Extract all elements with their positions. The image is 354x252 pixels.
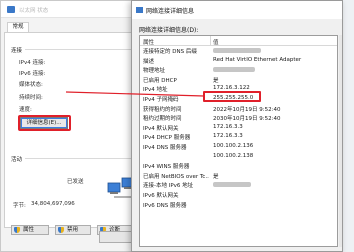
network-connection-details-dialog: 网络连接详细信息 网络连接详细信息(D): 属性 值 连接特定的 DNS 后缀描… — [131, 0, 343, 252]
details-row-property: IPv6 DNS 服务器 — [143, 202, 187, 209]
details-row-value: 是 — [213, 173, 219, 180]
details-row-property: 已启用 DHCP — [143, 77, 177, 84]
details-row[interactable]: 已启用 NetBIOS over Tc... 是 — [140, 171, 337, 181]
details-row-value: 172.16.3.3 — [213, 133, 243, 140]
details-row-value: 2030年10月19日 9:52:40 — [213, 116, 281, 123]
sent-label: 已发送 — [67, 179, 84, 185]
details-row-property: 物理地址 — [143, 68, 166, 75]
speed-label: 速度: — [19, 107, 32, 113]
details-row-property: 连接-本地 IPv6 地址 — [143, 183, 194, 190]
details-row-value: 100.100.2.136 — [213, 142, 254, 149]
duration-label: 持续时间: — [19, 95, 43, 101]
ipv6-connectivity-label: IPv6 连接: — [19, 71, 46, 77]
details-row[interactable]: 租约过期的时间 2030年10月19日 9:52:40 — [140, 113, 337, 123]
details-row-value: 2022年10月19日 9:52:40 — [213, 106, 281, 113]
properties-button-label: 属性 — [23, 227, 35, 233]
connection-section-title: 连接 — [11, 48, 23, 54]
column-header-value[interactable]: 值 — [213, 38, 219, 46]
status-window-title: 以太网 状态 — [19, 8, 49, 14]
details-row-property: IPv4 WINS 服务器 — [143, 164, 190, 171]
details-row[interactable]: 描述 Red Hat VirtIO Ethernet Adapter — [140, 56, 337, 66]
details-row-property: IPv4 默认网关 — [143, 125, 179, 132]
details-row-property: 已启用 NetBIOS over Tc... — [143, 173, 209, 180]
disable-button-label: 禁用 — [67, 227, 79, 233]
details-list[interactable]: 属性 值 连接特定的 DNS 后缀 描述 Red Hat VirtIO Ethern… — [139, 35, 338, 247]
details-list-scrollbar[interactable] — [339, 35, 342, 247]
details-row-property: IPv4 DHCP 服务器 — [143, 135, 191, 142]
section-divider — [25, 158, 145, 159]
ipv4-connectivity-label: IPv4 连接: — [19, 60, 46, 66]
details-row-value: 是 — [213, 77, 219, 84]
details-row-property: IPv4 DNS 服务器 — [143, 144, 187, 151]
details-row[interactable]: 100.100.2.138 — [140, 152, 337, 162]
dialog-title: 网络连接详细信息 — [146, 8, 195, 15]
details-row-property: 描述 — [143, 58, 155, 65]
ethernet-status-window: 以太网 状态 常规 连接 IPv4 连接: IPv6 连接: 媒体状态: 持续时… — [0, 0, 151, 252]
details-row[interactable]: 连接-本地 IPv6 地址 — [140, 180, 337, 190]
details-list-header: 属性 值 — [140, 36, 337, 46]
details-row[interactable]: IPv6 默认网关 — [140, 190, 337, 200]
properties-button[interactable]: 属性 — [11, 225, 49, 235]
details-row[interactable]: 物理地址 — [140, 65, 337, 75]
details-row[interactable]: IPv4 DHCP 服务器 172.16.3.3 — [140, 132, 337, 142]
ipv4-address-highlight — [203, 91, 261, 102]
details-row[interactable]: IPv4 默认网关 172.16.3.3 — [140, 123, 337, 133]
details-row[interactable]: IPv4 DNS 服务器 100.100.2.136 — [140, 142, 337, 152]
status-titlebar[interactable]: 以太网 状态 — [1, 1, 151, 18]
redacted-value — [213, 48, 261, 53]
details-row-property: IPv6 默认网关 — [143, 192, 179, 199]
details-row[interactable]: IPv4 WINS 服务器 — [140, 161, 337, 171]
network-adapter-icon — [136, 7, 143, 13]
details-row-value: 172.16.3.3 — [213, 123, 243, 130]
redacted-value — [213, 182, 251, 188]
details-row-value: 100.100.2.138 — [213, 152, 254, 159]
bytes-sent-value: 34,804,697,096 — [31, 201, 75, 207]
details-row[interactable]: 已启用 DHCP 是 — [140, 75, 337, 85]
media-state-label: 媒体状态: — [19, 82, 43, 88]
redacted-value — [213, 67, 255, 73]
bytes-label: 字节: — [13, 203, 26, 209]
details-button-highlight — [18, 115, 71, 131]
column-divider[interactable] — [210, 36, 211, 46]
activity-section-title: 活动 — [11, 157, 23, 163]
column-header-property[interactable]: 属性 — [143, 38, 154, 46]
shield-icon — [14, 227, 20, 233]
details-row-property: 租约过期的时间 — [143, 116, 182, 123]
details-row-property: 获得租约的时间 — [143, 106, 182, 113]
details-row-value: Red Hat VirtIO Ethernet Adapter — [213, 56, 302, 63]
details-list-caption: 网络连接详细信息(D): — [139, 27, 199, 34]
details-row-property: 连接特定的 DNS 后缀 — [143, 49, 197, 55]
status-panel: 连接 IPv4 连接: IPv6 连接: 媒体状态: 持续时间: 速度: 详细信… — [4, 32, 148, 235]
section-divider — [25, 49, 145, 50]
shield-icon — [58, 227, 64, 233]
details-row[interactable]: 获得租约的时间 2022年10月19日 9:52:40 — [140, 104, 337, 114]
details-rows: 连接特定的 DNS 后缀 描述 Red Hat VirtIO Ethernet Ad… — [140, 46, 337, 209]
disable-button[interactable]: 禁用 — [55, 225, 91, 235]
details-row[interactable]: IPv6 DNS 服务器 — [140, 200, 337, 210]
dialog-titlebar[interactable]: 网络连接详细信息 — [132, 1, 342, 19]
details-row-property: IPv4 地址 — [143, 87, 168, 94]
tab-general[interactable]: 常规 — [7, 22, 29, 32]
details-row-property: IPv4 子网掩码 — [143, 96, 179, 103]
network-adapter-icon — [7, 6, 15, 13]
details-row[interactable]: 连接特定的 DNS 后缀 — [140, 46, 337, 56]
